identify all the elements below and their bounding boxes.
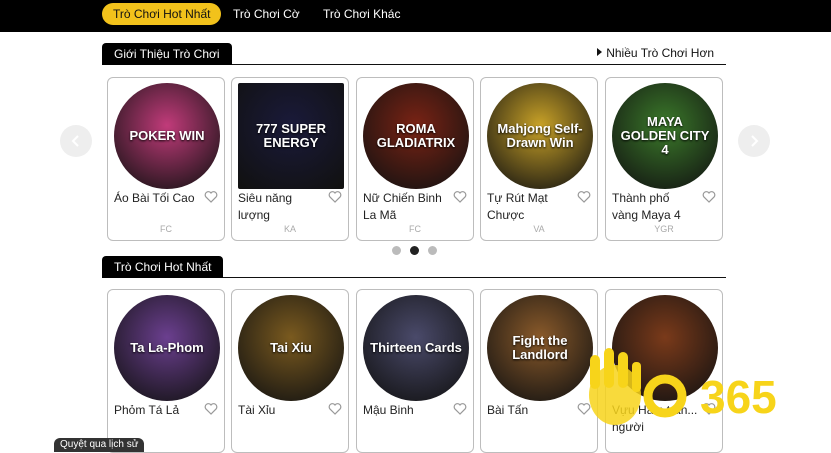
favorite-heart-icon[interactable] xyxy=(328,402,342,416)
game-art-label: Tai Xiu xyxy=(270,340,312,355)
game-art-label: 777 SUPER ENERGY xyxy=(255,121,327,150)
chevron-right-icon xyxy=(751,135,759,147)
game-name: Mậu Binh xyxy=(363,403,414,417)
ok365-logo: 365 xyxy=(589,348,777,425)
game-name: Phỏm Tá Lả xyxy=(114,403,180,417)
hot-game-card[interactable]: Ta La-Phom Phỏm Tá Lả xyxy=(107,289,225,453)
game-art-label: POKER WIN xyxy=(129,128,205,143)
chevron-left-icon xyxy=(71,135,79,147)
game-thumbnail: 777 SUPER ENERGY xyxy=(238,83,344,189)
game-thumbnail: Thirteen Cards xyxy=(363,295,469,401)
intro-section-header: Giới Thiệu Trò Chơi Nhiều Trò Chơi Hơn xyxy=(102,43,726,65)
intro-section-title: Giới Thiệu Trò Chơi xyxy=(102,43,232,65)
intro-game-card[interactable]: 777 SUPER ENERGY Siêu năng lượng KA xyxy=(231,77,349,241)
game-thumbnail: Fight the Landlord xyxy=(487,295,593,401)
tab-hot-games[interactable]: Trò Chơi Hot Nhất xyxy=(102,3,222,25)
game-name: Siêu năng lượng xyxy=(238,191,293,222)
hot-section-title: Trò Chơi Hot Nhất xyxy=(102,256,224,278)
intro-game-card[interactable]: POKER WIN Áo Bài Tối Cao FC xyxy=(107,77,225,241)
more-games-link[interactable]: Nhiều Trò Chơi Hơn xyxy=(597,46,714,60)
game-art-label: MAYA GOLDEN CITY 4 xyxy=(620,114,710,157)
provider-label: VA xyxy=(533,224,545,234)
favorite-heart-icon[interactable] xyxy=(204,190,218,204)
hot-game-card[interactable]: Thirteen Cards Mậu Binh xyxy=(356,289,474,453)
provider-label: FC xyxy=(160,224,172,234)
hot-section-header: Trò Chơi Hot Nhất xyxy=(102,256,726,278)
game-name: Nữ Chiến Binh La Mã xyxy=(363,191,442,222)
favorite-heart-icon[interactable] xyxy=(577,190,591,204)
game-art-label: Mahjong Self-Drawn Win xyxy=(497,121,583,150)
favorite-heart-icon[interactable] xyxy=(328,190,342,204)
game-thumbnail: Ta La-Phom xyxy=(114,295,220,401)
svg-text:365: 365 xyxy=(700,371,777,423)
game-art-label: Ta La-Phom xyxy=(130,340,204,355)
game-art-label: Fight the Landlord xyxy=(512,333,568,362)
game-thumbnail: Tai Xiu xyxy=(238,295,344,401)
hot-game-card[interactable]: Tai Xiu Tài Xỉu xyxy=(231,289,349,453)
game-thumbnail: POKER WIN xyxy=(114,83,220,189)
favorite-heart-icon[interactable] xyxy=(453,402,467,416)
pager-dot[interactable] xyxy=(428,246,437,255)
carousel-next-button[interactable] xyxy=(738,125,770,157)
favorite-heart-icon[interactable] xyxy=(204,402,218,416)
tab-other-games[interactable]: Trò Chơi Khác xyxy=(312,3,411,25)
top-nav-bar: Trò Chơi Hot Nhất Trò Chơi Cờ Trò Chơi K… xyxy=(0,0,831,32)
game-name: Áo Bài Tối Cao xyxy=(114,191,195,205)
game-name: Bài Tấn xyxy=(487,403,529,417)
game-thumbnail: Mahjong Self-Drawn Win xyxy=(487,83,593,189)
game-name: Tài Xỉu xyxy=(238,403,276,417)
favorite-heart-icon[interactable] xyxy=(702,190,716,204)
pager-dot[interactable] xyxy=(410,246,419,255)
game-art-label: ROMA GLADIATRIX xyxy=(376,121,456,150)
intro-game-card[interactable]: MAYA GOLDEN CITY 4 Thành phố vàng Maya 4 Y… xyxy=(605,77,723,241)
game-name: Thành phố vàng Maya 4 xyxy=(612,191,681,222)
tab-board-games[interactable]: Trò Chơi Cờ xyxy=(222,3,311,25)
provider-label: YGR xyxy=(654,224,674,234)
game-name: Tự Rút Mạt Chược xyxy=(487,191,548,222)
favorite-heart-icon[interactable] xyxy=(453,190,467,204)
carousel-prev-button[interactable] xyxy=(60,125,92,157)
game-thumbnail: ROMA GLADIATRIX xyxy=(363,83,469,189)
game-art-label: Thirteen Cards xyxy=(370,340,462,355)
provider-label: KA xyxy=(283,224,296,234)
pager-dot[interactable] xyxy=(392,246,401,255)
intro-game-card[interactable]: Mahjong Self-Drawn Win Tự Rút Mạt Chược VA xyxy=(480,77,598,241)
intro-game-card[interactable]: ROMA GLADIATRIX Nữ Chiến Binh La Mã FC xyxy=(356,77,474,241)
history-label: Quyệt qua lịch sử xyxy=(60,439,139,450)
game-thumbnail: MAYA GOLDEN CITY 4 xyxy=(612,83,718,189)
provider-label: FC xyxy=(409,224,421,234)
play-icon xyxy=(597,48,603,56)
more-games-label: Nhiều Trò Chơi Hơn xyxy=(606,46,714,60)
